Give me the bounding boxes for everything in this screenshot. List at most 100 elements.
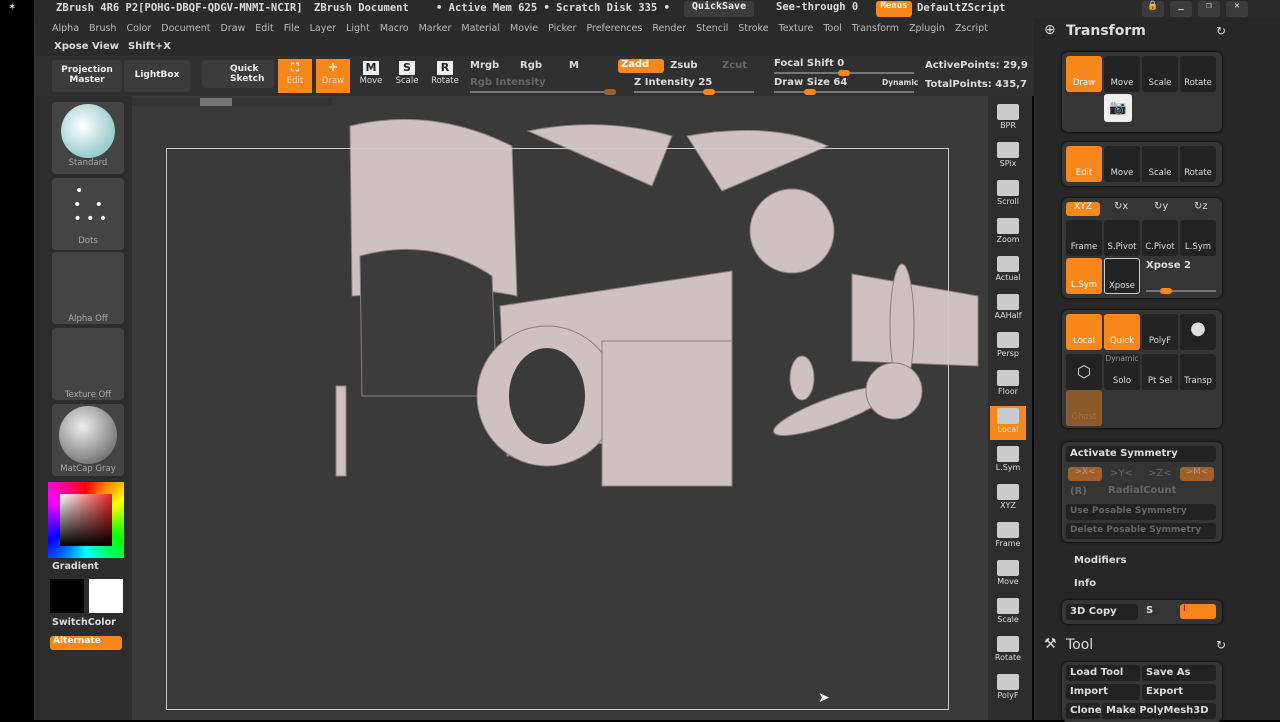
polyframe-button[interactable]: PolyF [1142,314,1178,350]
save-as-button[interactable]: Save As [1142,665,1216,681]
activate-symmetry-button[interactable]: Activate Symmetry [1066,446,1216,462]
draw-size-track[interactable] [774,89,914,95]
dynamic-toggle[interactable]: Dynamic [882,78,918,87]
shelf-frame-button[interactable]: Frame [990,520,1026,554]
use-posable-symmetry-button[interactable]: Use Posable Symmetry [1066,504,1216,520]
i-slider[interactable]: I [1180,604,1216,619]
draw-button[interactable]: ✛ Draw [316,59,350,93]
transform-title[interactable]: Transform [1066,23,1146,39]
s-slider[interactable]: S [1146,605,1153,616]
radial-count-slider[interactable]: RadialCount [1108,485,1176,496]
mrgb-button[interactable]: Mrgb [470,60,499,71]
z-intensity-track[interactable] [634,89,754,95]
transparency-button[interactable]: Transp [1180,354,1216,390]
scale-button[interactable]: S Scale [390,59,424,93]
s-pivot-button[interactable]: S.Pivot [1104,220,1140,256]
z-intensity-slider[interactable]: Z Intensity 25 [634,77,712,88]
material-selector[interactable]: MatCap Gray [52,404,124,476]
delete-posable-symmetry-button[interactable]: Delete Posable Symmetry [1066,523,1216,539]
primary-color-swatch[interactable] [50,579,84,613]
shelf-persp-button[interactable]: Persp [990,330,1026,364]
menu-picker[interactable]: Picker [548,23,576,34]
shelf-zoom-button[interactable]: Zoom [990,216,1026,250]
draw-size-knob[interactable] [804,89,816,95]
menu-stroke[interactable]: Stroke [738,23,768,34]
menu-alpha[interactable]: Alpha [52,23,79,34]
menus-toggle[interactable]: Menus [876,1,912,17]
shelf-polyf-button[interactable]: PolyF [990,672,1026,706]
clone-button[interactable]: Clone [1066,703,1102,719]
scale-button-2[interactable]: Scale [1142,146,1178,182]
xpose-knob[interactable] [1160,288,1172,294]
draw-mode-button[interactable]: Draw [1066,56,1102,92]
menu-edit[interactable]: Edit [255,23,273,34]
quicksave-button[interactable]: QuickSave [684,1,754,17]
menu-render[interactable]: Render [652,23,686,34]
local-button[interactable]: Local [1066,314,1102,350]
default-zscript[interactable]: DefaultZScript [917,2,1006,14]
lock-icon[interactable]: 🔒 [1142,1,1164,17]
xpose-button[interactable]: Xpose [1104,258,1140,294]
minimize-icon[interactable]: _ [1170,1,1192,17]
sym-z-button[interactable]: >Z< [1148,468,1172,479]
sym-y-button[interactable]: >Y< [1110,468,1133,479]
shelf-spix-button[interactable]: SPix [990,140,1026,174]
zcut-button[interactable]: Zcut [722,60,747,71]
rgb-button[interactable]: Rgb [520,60,542,71]
menu-movie[interactable]: Movie [510,23,538,34]
3d-copy-button[interactable]: 3D Copy [1066,604,1138,620]
menu-tool[interactable]: Tool [823,23,841,34]
radial-r-button[interactable]: (R) [1070,486,1087,497]
menu-texture[interactable]: Texture [779,23,814,34]
projection-master-button[interactable]: Projection Master [52,60,122,92]
import-button[interactable]: Import [1066,684,1140,700]
rgb-intensity-slider[interactable]: Rgb Intensity [470,77,546,88]
menu-marker[interactable]: Marker [419,23,452,34]
menu-file[interactable]: File [284,23,300,34]
menu-stencil[interactable]: Stencil [696,23,728,34]
menu-macro[interactable]: Macro [380,23,409,34]
ghost-button[interactable]: Ghost [1066,390,1102,426]
switch-color-button[interactable]: SwitchColor [52,617,116,628]
frame-button[interactable]: Frame [1066,220,1102,256]
focal-shift-track[interactable] [774,70,914,76]
c-pivot-button[interactable]: C.Pivot [1142,220,1178,256]
z-rotate-icon[interactable]: ↻z [1194,201,1208,212]
quick-sketch-button[interactable]: Quick Sketch [202,60,274,88]
menu-draw[interactable]: Draw [220,23,245,34]
menu-brush[interactable]: Brush [89,23,116,34]
reset-icon[interactable]: ↻ [1216,24,1226,38]
menu-color[interactable]: Color [126,23,151,34]
rotate-mode-button[interactable]: Rotate [1180,56,1216,92]
shelf-aahalf-button[interactable]: AAHalf [990,292,1026,326]
shelf-rotate-button[interactable]: Rotate [990,634,1026,668]
color-picker[interactable] [48,482,124,558]
quick-button[interactable]: Quick [1104,314,1140,350]
make-polymesh3d-button[interactable]: Make PolyMesh3D [1102,703,1216,719]
shelf-move-button[interactable]: Move [990,558,1026,592]
alternate-button[interactable]: Alternate [50,636,122,650]
edit-mode-button[interactable]: Edit [1066,146,1102,182]
cube-icon[interactable]: ⬡ [1066,354,1102,390]
gradient-toggle[interactable]: Gradient [52,561,99,572]
shelf-local-button[interactable]: Local [990,406,1026,440]
shelf-scale-button[interactable]: Scale [990,596,1026,630]
zsub-button[interactable]: Zsub [670,60,697,71]
move-button-2[interactable]: Move [1104,146,1140,182]
menu-zplugin[interactable]: Zplugin [909,23,945,34]
color-square[interactable] [60,494,112,546]
shelf-floor-button[interactable]: Floor [990,368,1026,402]
modifiers-subpalette[interactable]: Modifiers [1074,555,1127,566]
xpose-slider-label[interactable]: Xpose 2 [1146,260,1191,271]
sym-m-button[interactable]: >M< [1180,467,1214,481]
brush-selector[interactable]: Standard [52,102,124,174]
sym-x-button[interactable]: >X< [1068,467,1102,481]
secondary-color-swatch[interactable] [89,579,123,613]
sphere-grid-icon[interactable]: ● [1180,314,1216,350]
snapshot-camera-icon[interactable]: 📷 [1104,94,1132,122]
rotate-button-2[interactable]: Rotate [1180,146,1216,182]
rotate-button[interactable]: R Rotate [428,59,462,93]
shelf-actual-button[interactable]: Actual [990,254,1026,288]
rgb-intensity-knob[interactable] [604,89,616,95]
z-intensity-knob[interactable] [703,89,715,95]
